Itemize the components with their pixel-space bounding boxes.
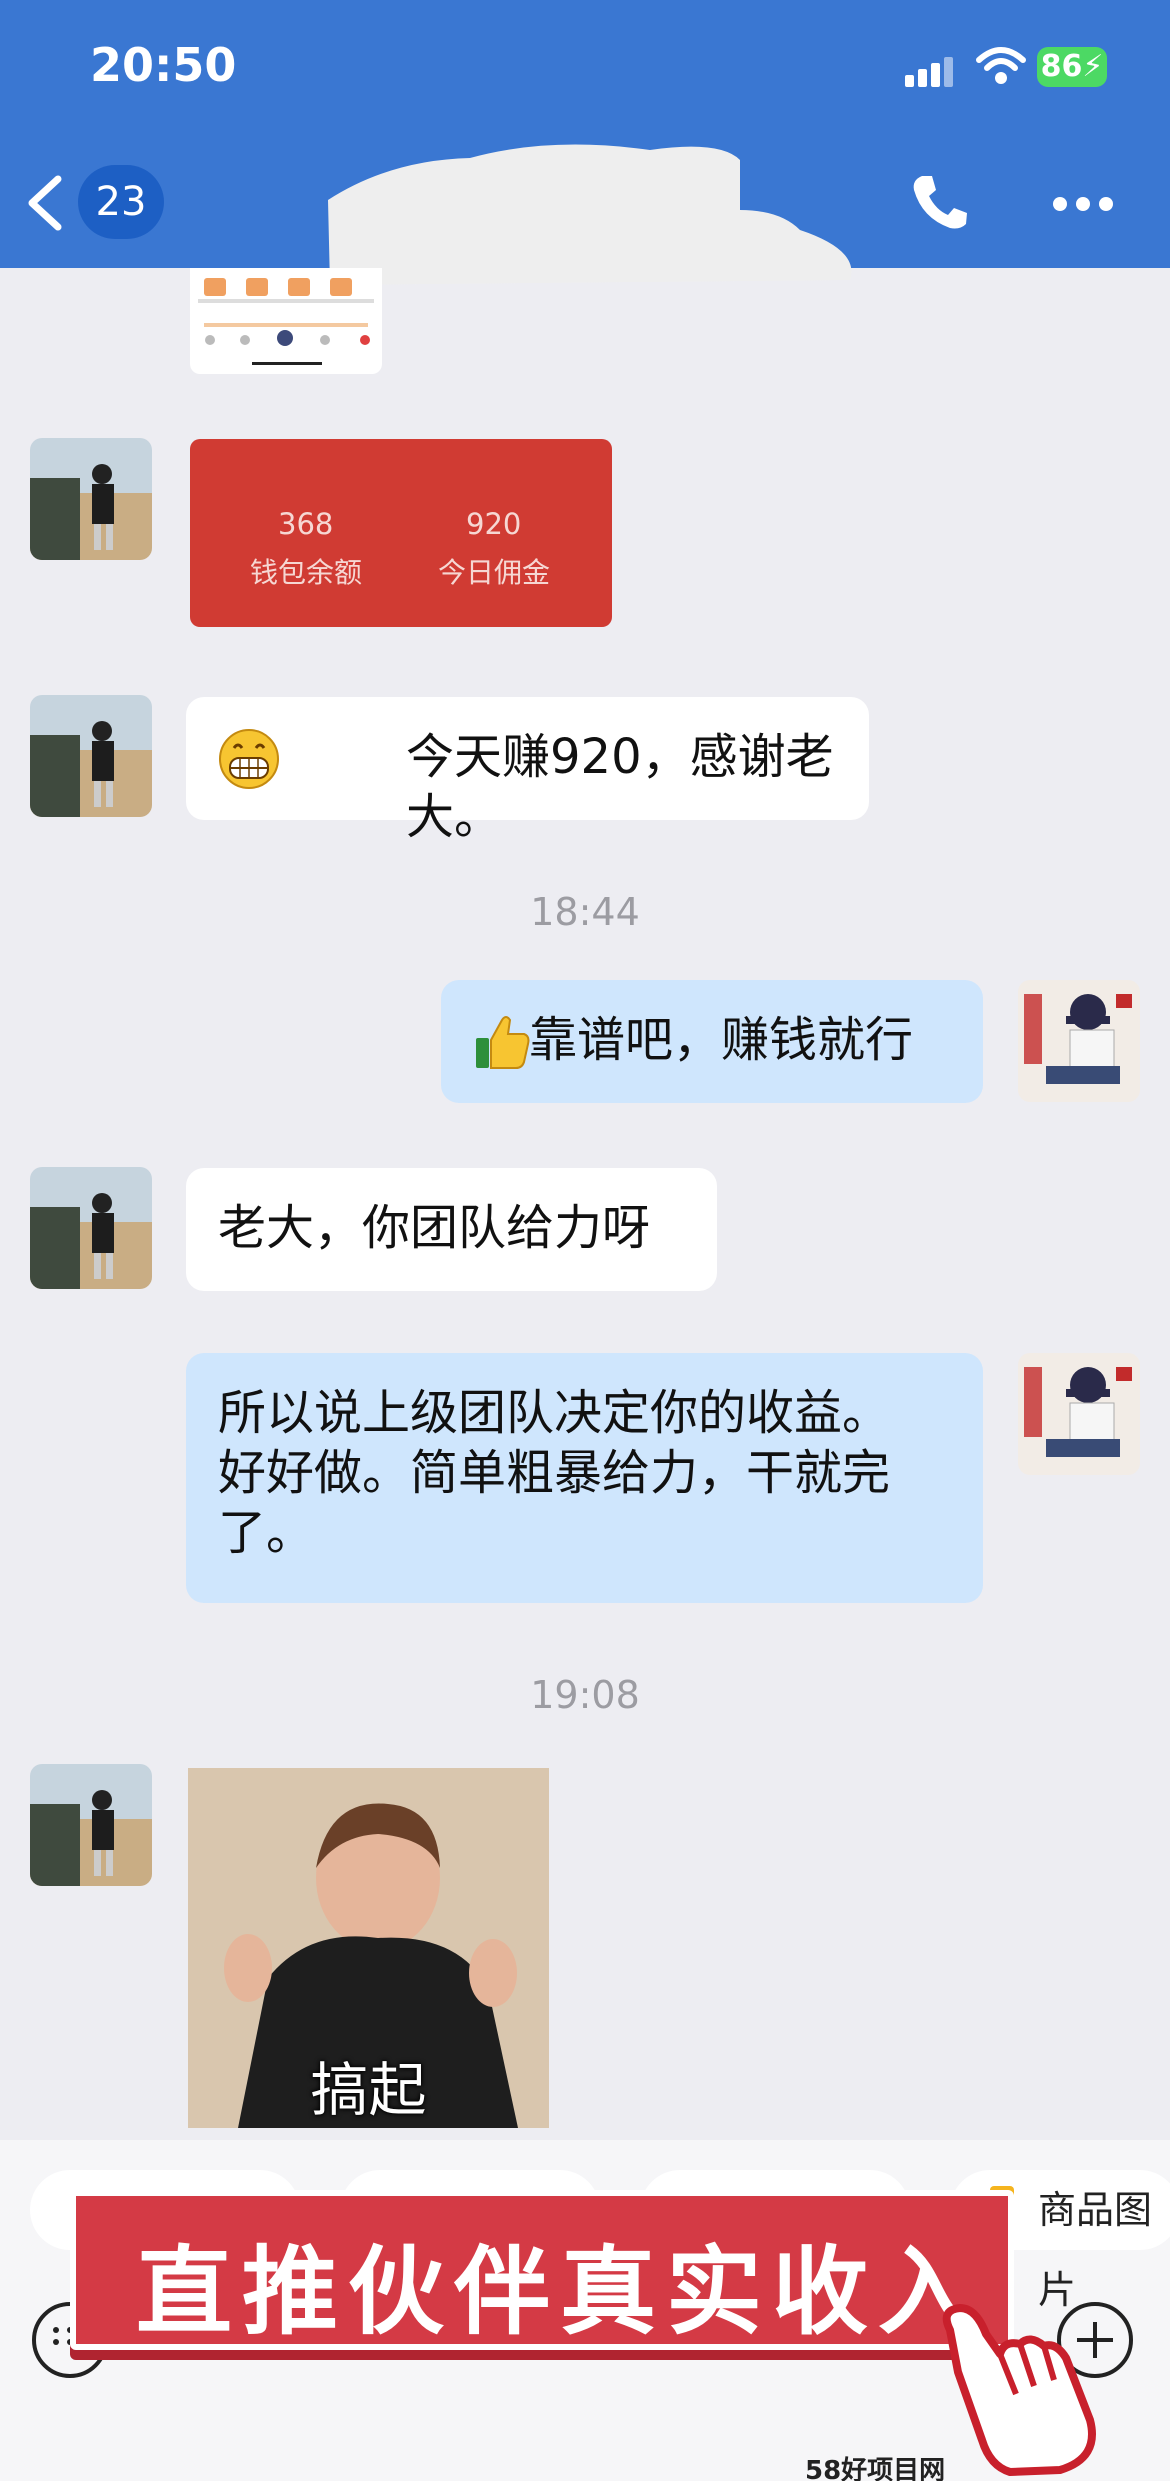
app-screenshot-image[interactable] (190, 268, 382, 374)
timestamp: 18:44 (530, 890, 640, 934)
commission-value: 920 (466, 507, 522, 541)
sticker-image[interactable]: 搞起 (188, 1768, 549, 2128)
wallet-balance-label: 钱包余额 (250, 556, 363, 589)
sticker-caption: 搞起 (310, 2056, 427, 2124)
message-line: 所以说上级团队决定你的收益。 (218, 1385, 891, 1441)
battery-indicator: 86⚡ (1037, 47, 1107, 87)
contact-avatar[interactable] (30, 1764, 152, 1886)
contact-avatar[interactable] (30, 1167, 152, 1289)
my-avatar[interactable] (1018, 1353, 1140, 1475)
message-text: 靠谱吧，赚钱就行 (529, 1012, 914, 1068)
contact-avatar[interactable] (30, 695, 152, 817)
commission-label: 今日佣金 (438, 556, 551, 589)
timestamp: 19:08 (530, 1673, 640, 1717)
wifi-icon (976, 47, 1026, 84)
message-line: 好好做。简单粗暴给力，干就完 (218, 1445, 891, 1501)
my-avatar[interactable] (1018, 980, 1140, 1102)
back-icon[interactable] (22, 175, 70, 231)
redacted-title (328, 144, 852, 285)
thumbs-up-icon (476, 1016, 530, 1069)
message-text: 今天赚920，感谢老大。 (406, 729, 834, 845)
message-bubble-incoming[interactable]: 今天赚920，感谢老大。 (186, 697, 869, 845)
unread-badge[interactable]: 23 (78, 165, 164, 239)
site-watermark: 58好项目网www.58hxm.com (805, 2456, 946, 2481)
promo-banner-text: 直推伙伴真实收入 (136, 2235, 984, 2348)
promo-banner: 直推伙伴真实收入 (70, 2190, 1014, 2350)
message-line: 了。 (218, 1505, 315, 1561)
wallet-screenshot-image[interactable]: 368 920 钱包余额 今日佣金 (190, 439, 612, 627)
message-text: 老大，你团队给力呀 (218, 1200, 651, 1256)
more-options-icon[interactable] (1050, 194, 1116, 214)
grin-emoji-icon (219, 729, 279, 789)
signal-icon (905, 57, 953, 87)
message-bubble-incoming[interactable]: 老大，你团队给力呀 (186, 1168, 717, 1291)
status-time: 20:50 (90, 38, 237, 92)
phone-call-icon[interactable] (910, 172, 970, 232)
message-bubble-outgoing[interactable]: 所以说上级团队决定你的收益。 好好做。简单粗暴给力，干就完 了。 (186, 1353, 983, 1603)
contact-avatar[interactable] (30, 438, 152, 560)
wallet-balance-value: 368 (278, 507, 334, 541)
